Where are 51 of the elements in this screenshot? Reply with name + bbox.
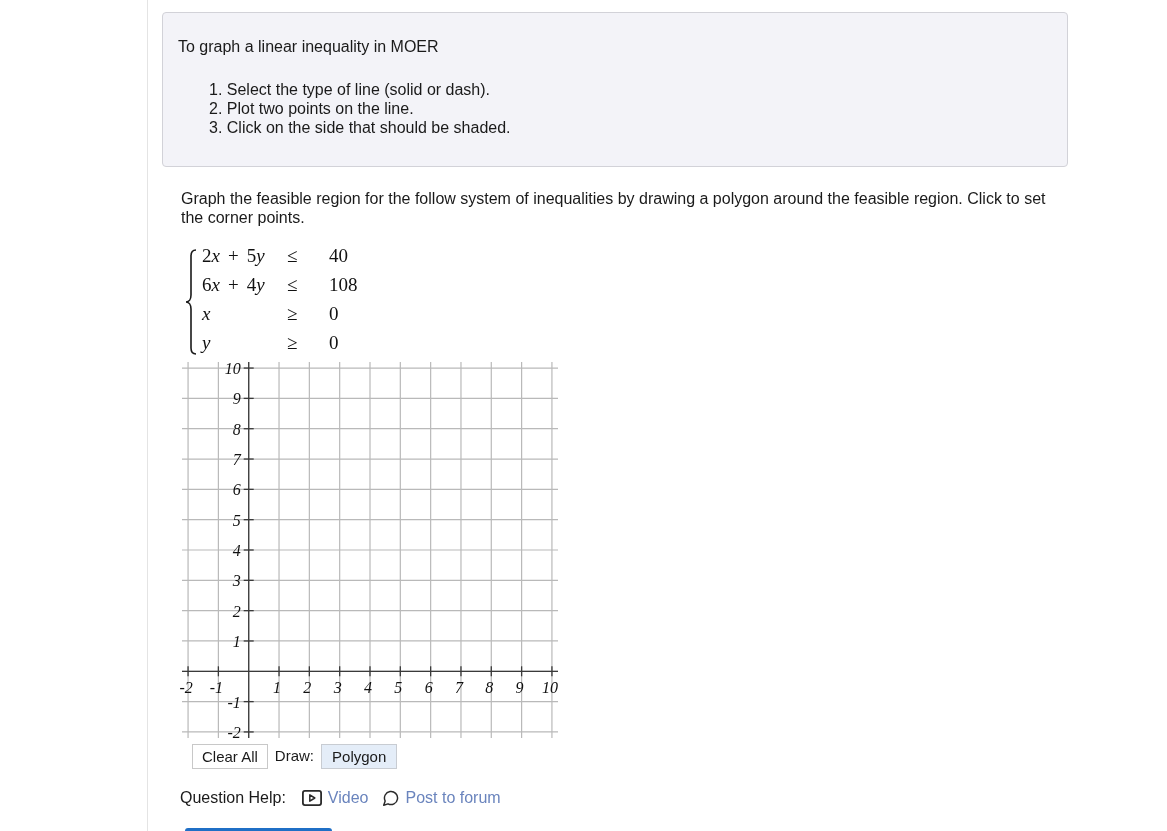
speech-bubble-icon: [383, 789, 400, 806]
tick-label: 8: [485, 679, 494, 697]
tick-label: 1: [273, 679, 282, 697]
equation-rhs: 0: [329, 302, 339, 326]
instruction-step: 3. Click on the side that should be shaded.: [209, 118, 511, 137]
tick-label: 10: [541, 679, 558, 697]
relation-sign: ≤: [287, 244, 298, 268]
equation-rhs: 0: [329, 331, 339, 355]
tick-label: -1: [209, 679, 224, 697]
tick-label: -1: [227, 693, 241, 711]
draw-label: Draw:: [274, 746, 315, 767]
play-icon: [301, 789, 322, 806]
tick-label: 4: [364, 679, 372, 697]
question-help-label: Question Help:: [180, 787, 286, 808]
equation-lhs: y: [202, 331, 211, 355]
tick-label: 7: [232, 451, 241, 469]
tick-label: 3: [333, 679, 342, 697]
tick-label: 1: [232, 632, 241, 650]
tick-label: 5: [394, 679, 403, 697]
relation-sign: ≥: [287, 302, 298, 326]
relation-sign: ≤: [287, 273, 298, 297]
tick-label: 2: [303, 679, 312, 697]
instruction-step: 1. Select the type of line (solid or dash).: [209, 80, 491, 99]
equation-rhs: 40: [329, 244, 348, 268]
equation-rhs: 108: [329, 273, 358, 297]
relation-sign: ≥: [287, 331, 298, 355]
video-link[interactable]: Video: [301, 785, 369, 810]
equation-lhs: 6x + 4y: [202, 273, 265, 297]
forum-link[interactable]: Post to forum: [383, 785, 501, 810]
tick-label: 6: [424, 679, 433, 697]
tick-label: 4: [232, 542, 241, 559]
tick-label: 3: [232, 572, 241, 590]
instruction-step: 2. Plot two points on the line.: [209, 99, 414, 118]
instructions-title: To graph a linear inequality in MOER: [178, 37, 439, 56]
tick-label: 8: [232, 420, 241, 438]
tick-label: 9: [232, 390, 241, 408]
equation-lhs: x: [202, 302, 211, 326]
clear-all-button[interactable]: Clear All: [192, 744, 268, 769]
tick-label: 10: [224, 360, 241, 378]
tick-label: -2: [227, 723, 241, 741]
tick-label: 6: [232, 481, 241, 499]
tick-label: 5: [232, 511, 241, 529]
tick-label: -2: [179, 679, 193, 697]
tick-label: 7: [454, 679, 463, 697]
draw-tool-button[interactable]: Polygon: [321, 744, 398, 769]
partial-button[interactable]: [185, 828, 332, 831]
equation-lhs: 2x + 5y: [202, 244, 265, 268]
question-prompt: Graph the feasible region for the follow system of inequalities by drawing a polygon around the feasible region. Click to set the corner points.: [181, 189, 1047, 227]
coordinate-grid[interactable]: [181, 361, 559, 739]
tick-label: 9: [515, 679, 524, 697]
tick-label: 2: [232, 602, 241, 620]
